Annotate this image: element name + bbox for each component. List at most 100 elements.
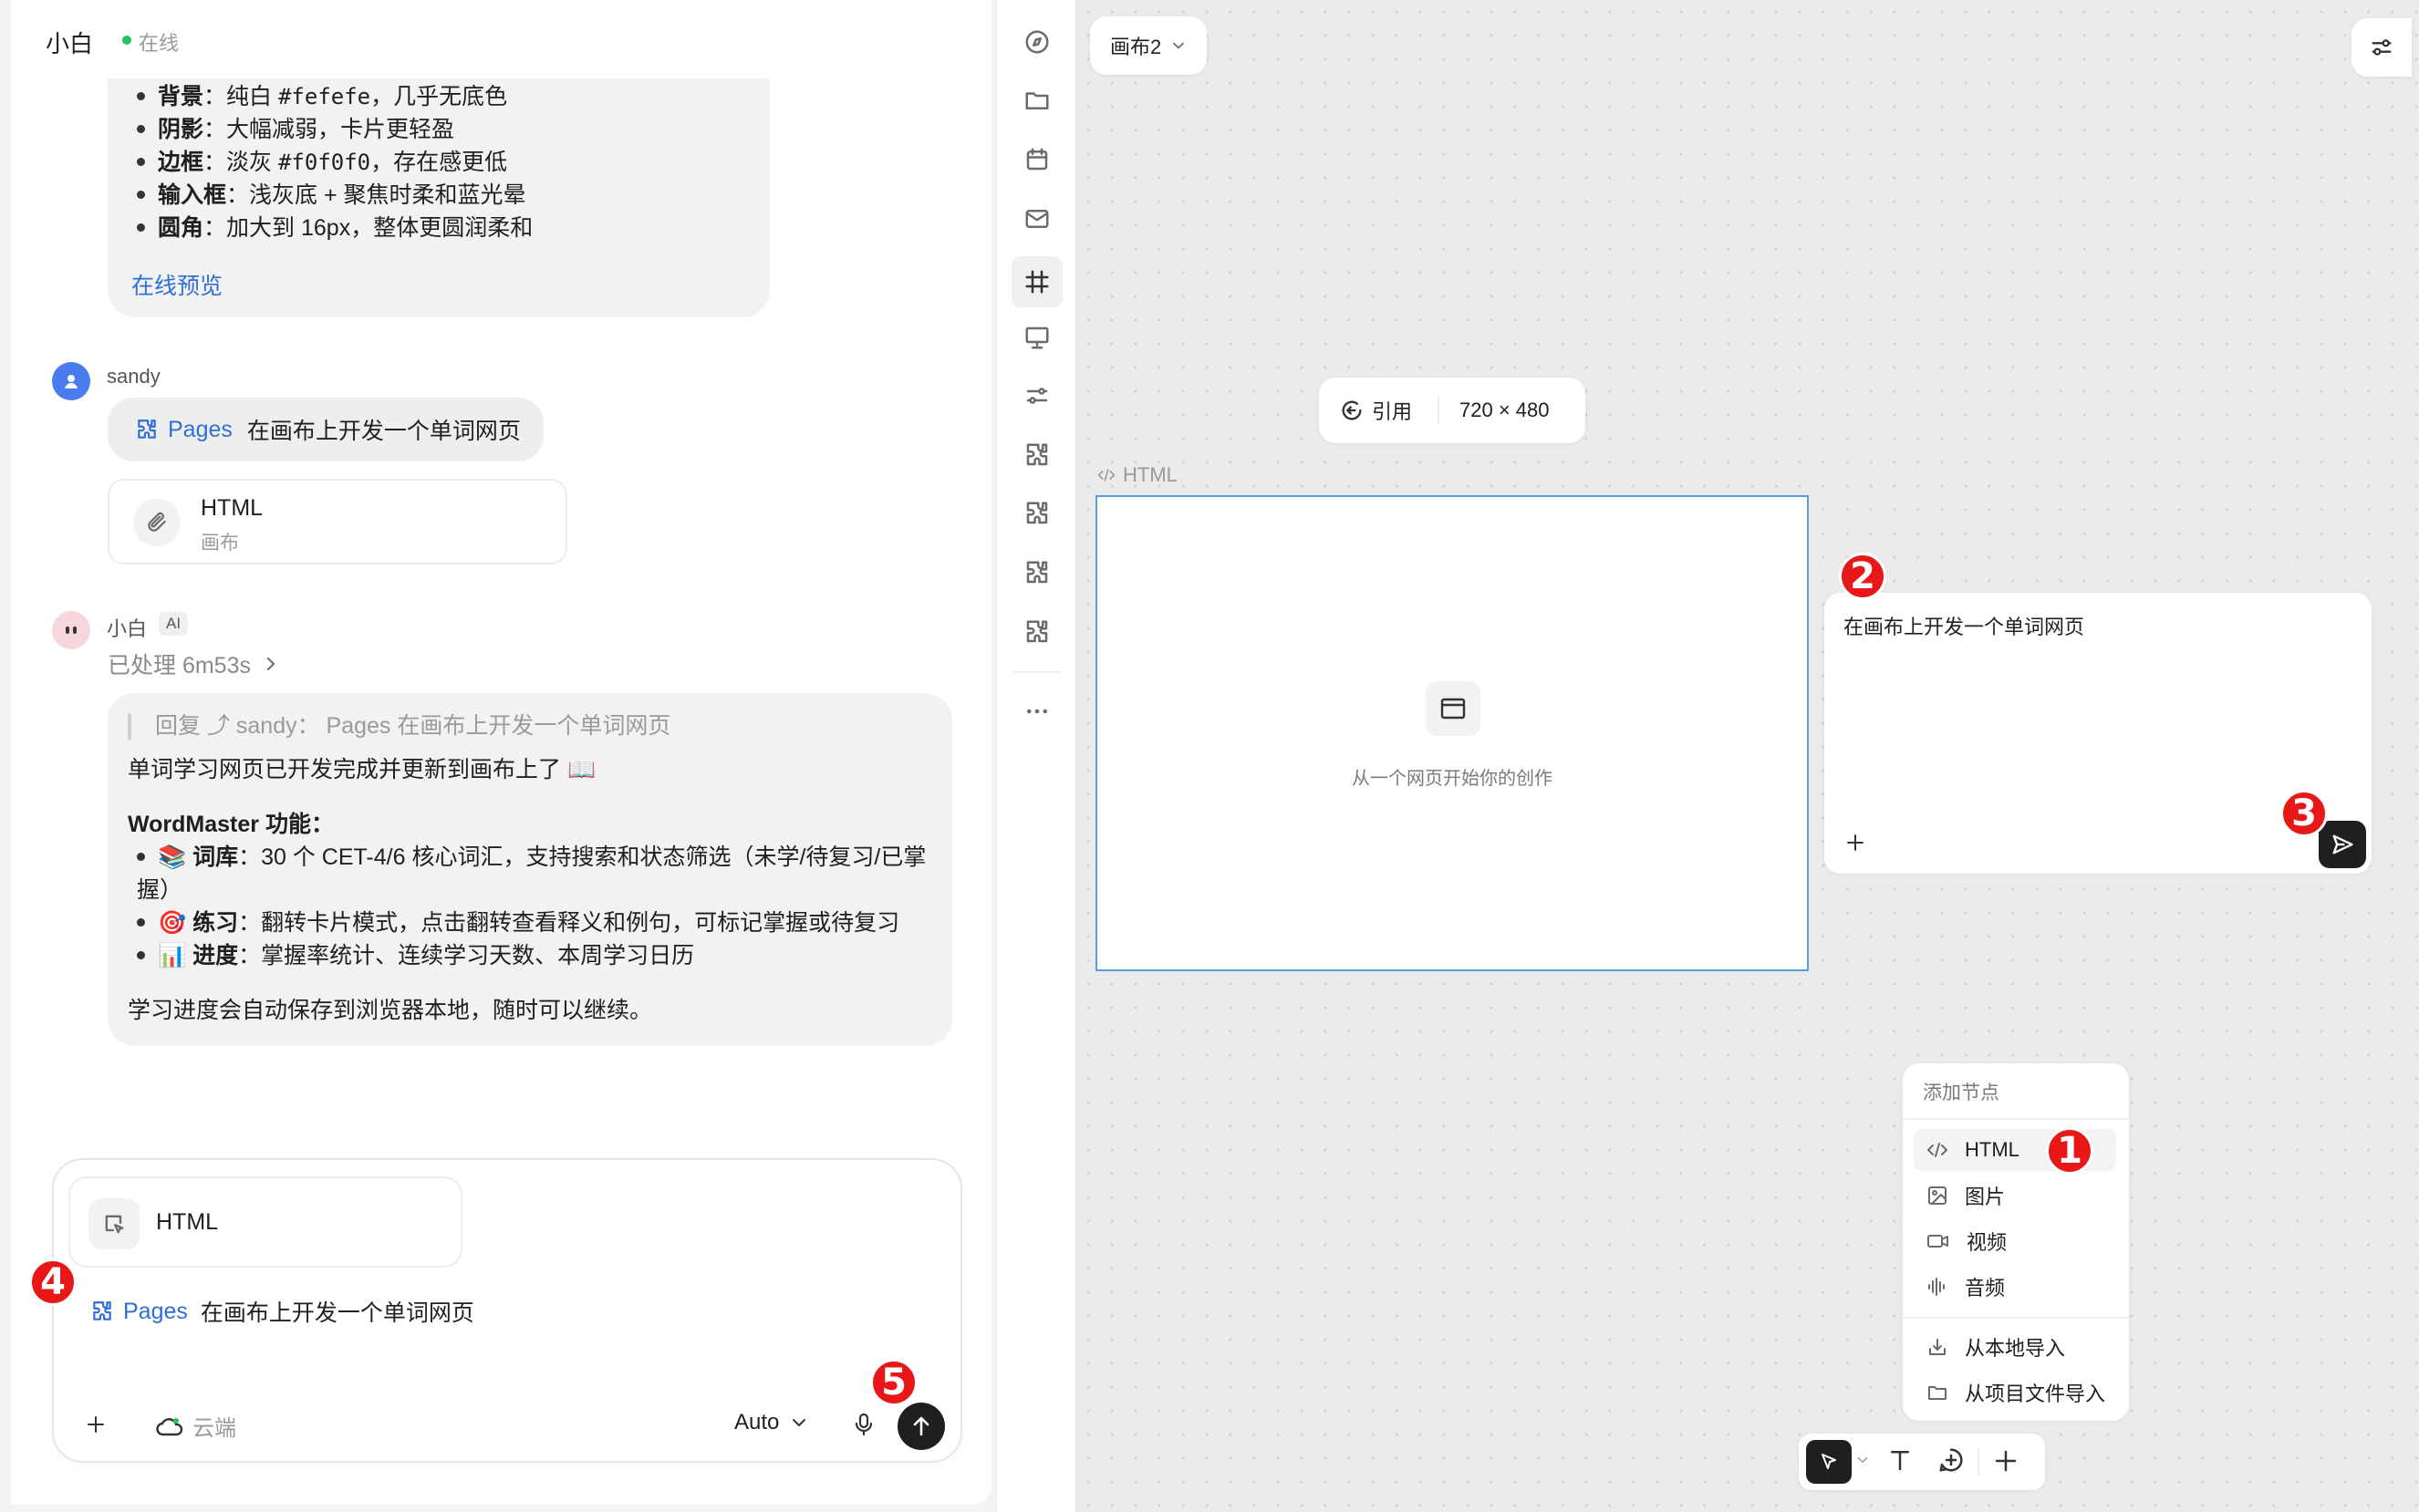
model-select[interactable]: Auto — [734, 1410, 806, 1435]
quote-bar — [128, 713, 131, 740]
settings-sliders-icon — [2372, 39, 2392, 56]
bullet — [137, 950, 145, 959]
pages-tag: Pages — [168, 416, 233, 442]
text-icon — [1891, 1451, 1909, 1471]
rail-canvas-button[interactable] — [1012, 256, 1063, 307]
composer-pages-tag: Pages — [123, 1298, 188, 1324]
node-label: HTML — [1097, 463, 1178, 487]
online-indicator — [122, 36, 131, 45]
prompt-input[interactable]: 在画布上开发一个单词网页 — [1843, 611, 2084, 640]
rail-plugin-button-2[interactable] — [1017, 493, 1057, 533]
rail-folder-button[interactable] — [1017, 80, 1057, 120]
rail-more-button[interactable] — [1017, 691, 1057, 731]
chat-panel: 小白 在线 背景：纯白 #fefefe，几乎无底色 阴影：大幅减弱，卡片更轻盈 边框… — [11, 0, 991, 1505]
feature-item: 📊 进度：掌握率统计、连续学习天数、本周学习日历 — [130, 939, 926, 972]
comment-add-icon — [1939, 1448, 1963, 1472]
text-tool-button[interactable] — [1886, 1446, 1914, 1474]
menu-item-video[interactable]: 视频 — [1914, 1220, 2116, 1262]
send-message-button[interactable] — [898, 1403, 945, 1450]
composer-attachment[interactable]: HTML — [68, 1176, 462, 1268]
send-icon — [2332, 834, 2353, 854]
menu-item-import-project[interactable]: 从项目文件导入 — [1914, 1372, 2116, 1414]
toolbar-divider — [1438, 397, 1439, 424]
code-icon — [1927, 1143, 1947, 1157]
bullet — [137, 852, 145, 861]
item-label: 圆角 — [158, 215, 204, 241]
bullet — [137, 190, 145, 199]
item-code: #fefefe — [277, 84, 371, 109]
online-preview-link[interactable]: 在线预览 — [131, 268, 223, 301]
menu-item-image[interactable]: 图片 — [1914, 1175, 2116, 1217]
menu-item-audio[interactable]: 音频 — [1914, 1266, 2116, 1308]
online-status: 在线 — [139, 32, 180, 55]
cloud-icon — [156, 1417, 183, 1435]
calendar-icon — [1026, 148, 1048, 171]
compass-icon — [1025, 30, 1049, 54]
item-text: 大幅减弱，卡片更轻盈 — [226, 117, 455, 142]
rail-plugin-button-3[interactable] — [1017, 553, 1057, 593]
quote-label: 引用 — [1372, 400, 1413, 423]
canvas-settings-button[interactable] — [2352, 18, 2412, 77]
rail-mail-button[interactable] — [1017, 199, 1057, 239]
prompt-send-button[interactable] — [2319, 821, 2366, 868]
item-text: 加大到 16px，整体更圆润柔和 — [226, 215, 534, 241]
rail-presentation-button[interactable] — [1017, 317, 1057, 357]
person-icon — [65, 375, 78, 388]
style-list-item: 圆角：加大到 16px，整体更圆润柔和 — [130, 212, 533, 244]
rail-calendar-button[interactable] — [1017, 140, 1057, 180]
rail-compass-button[interactable] — [1017, 22, 1057, 62]
html-attachment-card[interactable]: HTML 画布 — [108, 479, 567, 564]
model-label: Auto — [734, 1410, 780, 1434]
comment-tool-button[interactable] — [1937, 1446, 1965, 1474]
html-node[interactable]: 从一个网页开始你的创作 — [1095, 495, 1809, 971]
item-text-tail: ，存在感更低 — [370, 150, 508, 175]
ai-avatar — [52, 611, 90, 649]
item-code: #f0f0f0 — [277, 150, 371, 175]
add-node-button[interactable] — [1992, 1447, 2019, 1475]
item-label: 阴影 — [158, 117, 204, 142]
user-message-text: 在画布上开发一个单词网页 — [246, 419, 521, 444]
select-tool-button[interactable] — [1806, 1440, 1852, 1484]
folder-icon — [1928, 1386, 1947, 1400]
prompt-add-button[interactable] — [1841, 828, 1870, 857]
annotation-badge-4: 4 — [29, 1258, 77, 1306]
add-node-menu: 添加节点 HTML 图片 视频 音频 从本地导入 从项目文件导入 — [1903, 1063, 2129, 1421]
quote-button[interactable]: 引用 — [1319, 396, 1438, 425]
item-label: 边框 — [158, 150, 204, 175]
canvas-tab-label: 画布2 — [1110, 36, 1162, 58]
item-colon: ： — [203, 215, 227, 241]
item-colon: ： — [203, 150, 227, 175]
menu-item-label: 视频 — [1967, 1231, 2008, 1254]
canvas-tab-selector[interactable]: 画布2 — [1090, 16, 1207, 75]
mail-icon — [1025, 210, 1049, 228]
chevron-right-icon — [266, 658, 275, 670]
annotation-badge-3: 3 — [2280, 790, 2328, 837]
rail-settings-button[interactable] — [1017, 376, 1057, 416]
composer-input[interactable]: Pages 在画布上开发一个单词网页 — [90, 1293, 911, 1330]
item-text: 浅灰底 + 聚焦时柔和蓝光晕 — [249, 182, 526, 208]
menu-item-import-local[interactable]: 从本地导入 — [1914, 1326, 2116, 1368]
rail-plugin-button-1[interactable] — [1017, 435, 1057, 475]
composer-add-button[interactable] — [79, 1408, 112, 1441]
cloud-label: 云端 — [192, 1416, 236, 1441]
feature-list: 📚 词库：30 个 CET-4/6 核心词汇，支持搜索和状态筛选（未学/待复习/… — [130, 841, 926, 972]
paperclip-icon — [148, 512, 166, 532]
rail-plugin-button-4[interactable] — [1017, 612, 1057, 652]
puzzle-icon — [1026, 561, 1048, 584]
plus-icon — [1995, 1450, 2017, 1472]
processed-toggle[interactable]: 已处理 6m53s — [108, 647, 276, 680]
feature-item: 📚 词库：30 个 CET-4/6 核心词汇，支持搜索和状态筛选（未学/待复习/… — [130, 841, 926, 874]
menu-divider — [1903, 1118, 2129, 1120]
bullet — [137, 223, 145, 232]
chevron-down-icon — [793, 1419, 806, 1426]
cloud-toggle[interactable]: 云端 — [156, 1410, 236, 1442]
reply-footer: 学习进度会自动保存到浏览器本地，随时可以继续。 — [128, 998, 653, 1023]
menu-item-label: 图片 — [1965, 1186, 2006, 1208]
tool-rail — [996, 0, 1076, 1512]
mic-button[interactable] — [847, 1406, 880, 1443]
select-tool-dropdown[interactable] — [1857, 1455, 1868, 1465]
menu-item-label: 从项目文件导入 — [1965, 1383, 2106, 1405]
user-message-chip: Pages 在画布上开发一个单词网页 — [108, 398, 544, 461]
ai-name: 小白 — [107, 617, 148, 640]
style-list: 背景：纯白 #fefefe，几乎无底色 阴影：大幅减弱，卡片更轻盈 边框：淡灰 #f… — [130, 80, 533, 244]
